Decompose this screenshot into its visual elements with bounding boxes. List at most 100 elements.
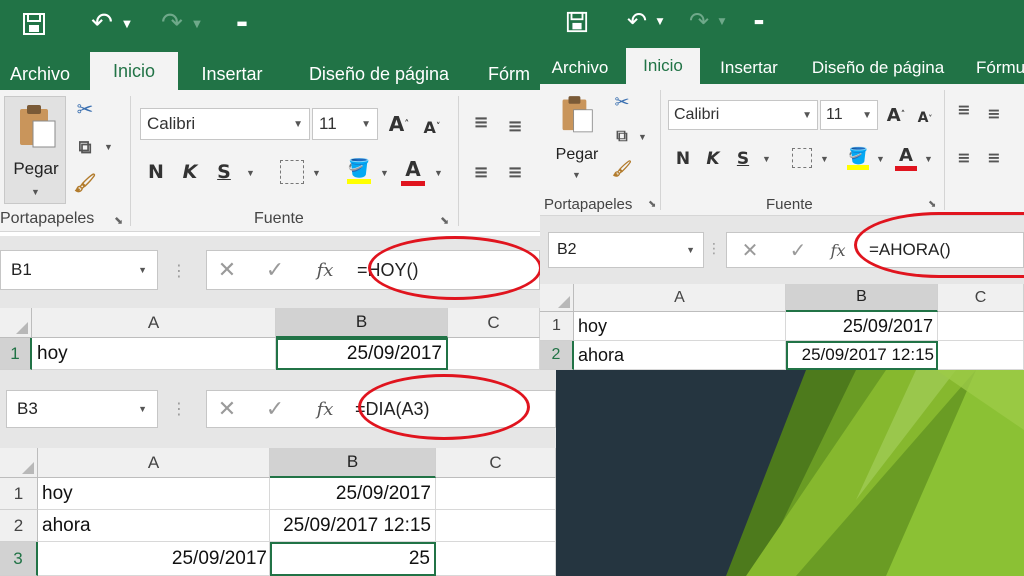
- column-header-c[interactable]: C: [436, 448, 556, 478]
- name-box[interactable]: B2 ▼: [548, 232, 704, 268]
- borders-dropdown-icon[interactable]: ▼: [820, 154, 829, 164]
- table-cell[interactable]: [436, 542, 556, 576]
- tab-diseno-de-pagina[interactable]: Diseño de página: [296, 58, 462, 90]
- align-center-icon[interactable]: ≡: [982, 146, 1006, 168]
- font-color-dropdown-icon[interactable]: ▼: [434, 168, 443, 178]
- row-header[interactable]: 1: [540, 312, 574, 341]
- table-cell[interactable]: ahora: [38, 510, 270, 542]
- checkmark-icon[interactable]: ✓: [247, 258, 303, 283]
- select-all-corner[interactable]: [0, 448, 38, 478]
- undo-dropdown-icon[interactable]: ▼: [120, 14, 134, 34]
- cancel-x-icon[interactable]: ✕: [727, 238, 773, 262]
- font-name-combo[interactable]: Calibri ▼: [668, 100, 818, 130]
- font-size-combo[interactable]: 11 ▼: [820, 100, 878, 130]
- column-header-a[interactable]: A: [38, 448, 270, 478]
- column-header-b[interactable]: B: [276, 308, 448, 338]
- italic-button[interactable]: K: [702, 146, 724, 172]
- save-icon[interactable]: [20, 10, 48, 38]
- fx-icon[interactable]: fx: [303, 399, 347, 420]
- tab-formulas[interactable]: Fórmu: [976, 52, 1024, 84]
- fill-color-dropdown-icon[interactable]: ▼: [380, 168, 389, 178]
- cancel-x-icon[interactable]: ✕: [207, 258, 247, 283]
- checkmark-icon[interactable]: ✓: [773, 238, 823, 262]
- brush-icon[interactable]: 🖌: [72, 170, 98, 196]
- row-header[interactable]: 3: [0, 542, 38, 576]
- dialog-launcher-icon[interactable]: ⬊: [648, 199, 656, 210]
- tab-insertar[interactable]: Insertar: [712, 52, 786, 84]
- tab-inicio[interactable]: Inicio: [90, 52, 178, 90]
- fill-color-dropdown-icon[interactable]: ▼: [876, 154, 885, 164]
- shrink-font-icon[interactable]: A ˅: [914, 106, 936, 130]
- shrink-font-icon[interactable]: A ˅: [420, 114, 444, 140]
- align-top-icon[interactable]: ≡: [468, 110, 494, 134]
- dialog-launcher-icon[interactable]: ⬊: [928, 199, 936, 210]
- paste-button[interactable]: Pegar ▼: [4, 96, 66, 204]
- font-color-icon[interactable]: A: [894, 144, 918, 172]
- underline-button[interactable]: S: [732, 146, 754, 172]
- borders-icon[interactable]: [792, 148, 812, 168]
- select-all-corner[interactable]: [0, 308, 32, 338]
- table-cell-selected[interactable]: 25/09/2017 12:15: [786, 341, 938, 370]
- redo-dropdown-icon[interactable]: ▼: [716, 12, 728, 32]
- column-header-b[interactable]: B: [786, 284, 938, 312]
- table-cell[interactable]: hoy: [574, 312, 786, 341]
- copy-icon[interactable]: ⧉: [72, 134, 98, 160]
- row-header[interactable]: 1: [0, 478, 38, 510]
- table-cell[interactable]: hoy: [32, 338, 276, 370]
- align-top-icon[interactable]: ≡: [952, 98, 976, 120]
- save-icon[interactable]: [564, 9, 590, 35]
- align-center-icon[interactable]: ≡: [502, 160, 528, 184]
- table-cell[interactable]: 25/09/2017: [38, 542, 270, 576]
- row-header[interactable]: 2: [540, 341, 574, 370]
- underline-dropdown-icon[interactable]: ▼: [246, 168, 255, 178]
- tab-archivo[interactable]: Archivo: [540, 52, 620, 84]
- table-cell[interactable]: 25/09/2017: [270, 478, 436, 510]
- fill-color-icon[interactable]: 🪣: [346, 156, 372, 186]
- tab-archivo[interactable]: Archivo: [0, 58, 80, 90]
- name-box[interactable]: B1 ▼: [0, 250, 158, 290]
- table-cell[interactable]: 25/09/2017 12:15: [270, 510, 436, 542]
- tab-insertar[interactable]: Insertar: [190, 58, 274, 90]
- column-header-c[interactable]: C: [448, 308, 540, 338]
- column-header-c[interactable]: C: [938, 284, 1024, 312]
- italic-button[interactable]: K: [178, 158, 202, 186]
- dialog-launcher-icon[interactable]: ⬊: [440, 214, 449, 227]
- row-header[interactable]: 2: [0, 510, 38, 542]
- align-left-icon[interactable]: ≡: [952, 146, 976, 168]
- fx-icon[interactable]: fx: [823, 241, 853, 260]
- table-cell[interactable]: [938, 312, 1024, 341]
- dialog-launcher-icon[interactable]: ⬊: [114, 214, 123, 227]
- redo-icon[interactable]: ↷: [156, 8, 188, 38]
- tab-formulas[interactable]: Fórm: [488, 58, 540, 90]
- undo-dropdown-icon[interactable]: ▼: [654, 12, 666, 32]
- table-cell-selected[interactable]: 25/09/2017: [276, 338, 448, 370]
- font-color-dropdown-icon[interactable]: ▼: [924, 154, 933, 164]
- table-cell[interactable]: ahora: [574, 341, 786, 370]
- table-cell[interactable]: hoy: [38, 478, 270, 510]
- undo-icon[interactable]: ↶: [86, 8, 118, 38]
- brush-icon[interactable]: 🖌: [610, 156, 634, 180]
- table-cell[interactable]: [938, 341, 1024, 370]
- underline-dropdown-icon[interactable]: ▼: [762, 154, 771, 164]
- align-left-icon[interactable]: ≡: [468, 160, 494, 184]
- undo-icon[interactable]: ↶: [622, 6, 652, 36]
- bold-button[interactable]: N: [672, 146, 694, 172]
- table-cell[interactable]: [448, 338, 540, 370]
- align-middle-icon[interactable]: ≡: [502, 114, 528, 138]
- fx-icon[interactable]: fx: [303, 260, 347, 281]
- scissors-icon[interactable]: ✂: [72, 96, 98, 122]
- underline-button[interactable]: S: [212, 158, 236, 186]
- tab-inicio[interactable]: Inicio: [626, 48, 700, 84]
- table-cell[interactable]: [436, 510, 556, 542]
- tab-diseno-de-pagina[interactable]: Diseño de página: [810, 52, 946, 84]
- bold-button[interactable]: N: [144, 158, 168, 186]
- borders-dropdown-icon[interactable]: ▼: [312, 168, 321, 178]
- cancel-x-icon[interactable]: ✕: [207, 397, 247, 422]
- borders-icon[interactable]: [280, 160, 304, 184]
- select-all-corner[interactable]: [540, 284, 574, 312]
- grow-font-icon[interactable]: A ˄: [884, 102, 908, 128]
- column-header-a[interactable]: A: [32, 308, 276, 338]
- table-cell[interactable]: 25/09/2017: [786, 312, 938, 341]
- font-name-combo[interactable]: Calibri ▼: [140, 108, 310, 140]
- column-header-b[interactable]: B: [270, 448, 436, 478]
